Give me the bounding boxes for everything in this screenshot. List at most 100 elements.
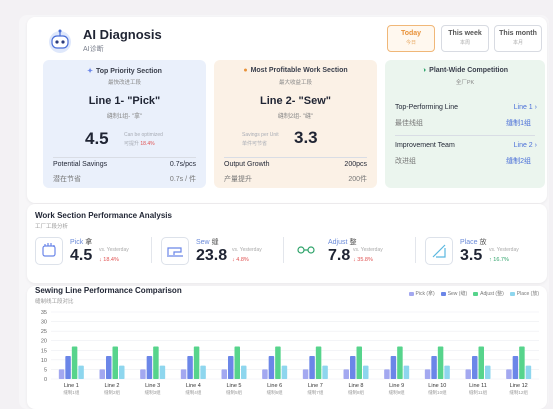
- ai-diagnosis-card: AI Diagnosis AI诊断 Today 今日 This week 本周 …: [27, 17, 547, 203]
- metric-name-cn: 缝: [211, 239, 219, 246]
- metric-name: Sew: [196, 239, 210, 246]
- robot-icon: [49, 29, 71, 53]
- period-sublabel: 本周: [459, 40, 470, 46]
- metric-name-cn: 放: [479, 239, 487, 246]
- bar: [180, 369, 187, 379]
- metric-place: Place 放 3.5 vs. Yesterday ↑ 16.7%: [425, 235, 543, 269]
- priority-line-title: Line 1- "Pick": [88, 95, 161, 107]
- panel-subheading: 最大收益工段: [278, 80, 312, 86]
- bar: [262, 369, 268, 379]
- divider: [395, 135, 535, 136]
- y-tick-label: 10: [41, 358, 47, 364]
- period-label: This month: [499, 30, 537, 37]
- metric-vs: vs. Yesterday: [232, 247, 262, 253]
- bar: [78, 365, 84, 379]
- x-tick-sublabel: 缝制4组: [185, 389, 202, 396]
- x-tick-sublabel: 缝制6组: [267, 389, 284, 396]
- metric-label: Sew 缝: [196, 237, 219, 247]
- panel-subheading: 最快改进工段: [107, 80, 141, 86]
- improvement-team-link[interactable]: Line 2 ›: [514, 142, 537, 149]
- bar: [112, 346, 118, 379]
- bar: [140, 369, 146, 379]
- bar: [506, 369, 512, 379]
- priority-note-cn-text: 可提升: [124, 141, 140, 147]
- bar: [343, 369, 349, 379]
- bar: [119, 365, 125, 379]
- coin-icon: ●: [243, 67, 248, 74]
- bar: [58, 369, 65, 379]
- priority-note: Can be optimized: [124, 132, 163, 138]
- priority-line-subtitle: 缝制1组- "拿": [106, 114, 143, 120]
- place-icon: [425, 237, 453, 265]
- x-tick-label: Line 12: [510, 383, 528, 389]
- bar: [99, 369, 105, 379]
- metric-change: ↑ 16.7%: [489, 257, 509, 263]
- bar: [153, 346, 159, 379]
- y-tick-label: 5: [44, 367, 47, 373]
- bar: [146, 356, 153, 379]
- bar: [159, 365, 166, 379]
- profitable-line-subtitle: 缝制2组- "缝": [277, 114, 314, 120]
- potential-savings-value-cn: 0.7s / 件: [169, 176, 196, 183]
- top-priority-panel: ✦ Top Priority Section 最快改进工段 Line 1- "Pi…: [43, 60, 206, 188]
- bar: [403, 365, 410, 379]
- bar: [193, 346, 200, 379]
- bar: [221, 369, 227, 379]
- profitable-value: 3.3: [294, 128, 318, 147]
- bar: [315, 346, 322, 379]
- bar: [390, 356, 397, 379]
- bar-chart: 0 5 10 15 20 25 30 35 Line 1缝制1组 Line 2缝制2组 Line 3…: [41, 310, 539, 396]
- bar: [302, 369, 309, 379]
- potential-savings-value: 0.7s/pcs: [169, 161, 196, 168]
- metric-pick: Pick 拿 4.5 vs. Yesterday ↓ 18.4%: [35, 235, 153, 269]
- output-growth-label: Output Growth: [224, 161, 270, 168]
- bar: [431, 356, 437, 379]
- period-week-button[interactable]: This week 本周: [441, 25, 489, 52]
- hand-icon: [35, 237, 63, 265]
- period-today-button[interactable]: Today 今日: [387, 25, 435, 52]
- metric-label: Place 放: [460, 237, 487, 247]
- bar: [397, 346, 403, 379]
- metric-change: ↓ 18.4%: [99, 257, 119, 263]
- x-tick-sublabel: 缝制7组: [307, 389, 324, 396]
- metric-vs: vs. Yesterday: [99, 247, 129, 253]
- potential-savings-label: Potential Savings: [53, 161, 108, 168]
- bar: [309, 356, 315, 379]
- potential-savings-label-cn: 潜在节省: [53, 176, 81, 183]
- x-tick-sublabel: 缝制5组: [226, 389, 243, 396]
- x-tick-label: Line 4: [186, 383, 201, 389]
- performance-analysis-card: Work Section Performance Analysis 工厂工段分析…: [27, 204, 547, 283]
- bar: [275, 346, 281, 379]
- section-subtitle: 工厂工段分析: [35, 224, 69, 230]
- y-tick-label: 25: [41, 329, 47, 335]
- x-tick-label: Line 10: [428, 383, 446, 389]
- y-tick-label: 0: [44, 377, 47, 383]
- x-tick-sublabel: 缝制8组: [348, 389, 365, 396]
- metric-label: Pick 拿: [70, 237, 92, 247]
- panel-heading-text: Plant-Wide Competition: [429, 67, 509, 74]
- x-tick-sublabel: 缝制10组: [428, 389, 447, 396]
- bar: [437, 346, 444, 379]
- metric-vs: vs. Yesterday: [489, 247, 519, 253]
- x-tick-label: Line 8: [349, 383, 364, 389]
- bar: [478, 346, 484, 379]
- bar: [485, 365, 491, 379]
- top-performing-link[interactable]: Line 1 ›: [514, 104, 537, 111]
- line-comparison-card: Sewing Line Performance Comparison 缝制线工段…: [27, 286, 547, 409]
- panel-heading: ● Most Profitable Work Section: [214, 67, 377, 74]
- x-tick-label: Line 11: [469, 383, 487, 389]
- y-tick-label: 15: [41, 348, 47, 354]
- period-month-button[interactable]: This month 本月: [494, 25, 542, 52]
- chevron-right-icon: ›: [534, 104, 537, 111]
- x-tick-label: Line 7: [308, 383, 323, 389]
- bar: [281, 365, 288, 379]
- metric-label: Adjust 整: [328, 237, 356, 247]
- x-tick-sublabel: 缝制1组: [63, 389, 80, 396]
- x-tick-label: Line 6: [267, 383, 282, 389]
- metric-sew: Sew 缝 23.8 vs. Yesterday ↓ 4.8%: [161, 235, 279, 269]
- panel-heading-text: Most Profitable Work Section: [250, 67, 348, 74]
- x-tick-sublabel: 缝制3组: [145, 389, 162, 396]
- x-tick-label: Line 9: [389, 383, 404, 389]
- bar: [356, 346, 362, 379]
- x-tick-sublabel: 缝制11组: [469, 389, 488, 396]
